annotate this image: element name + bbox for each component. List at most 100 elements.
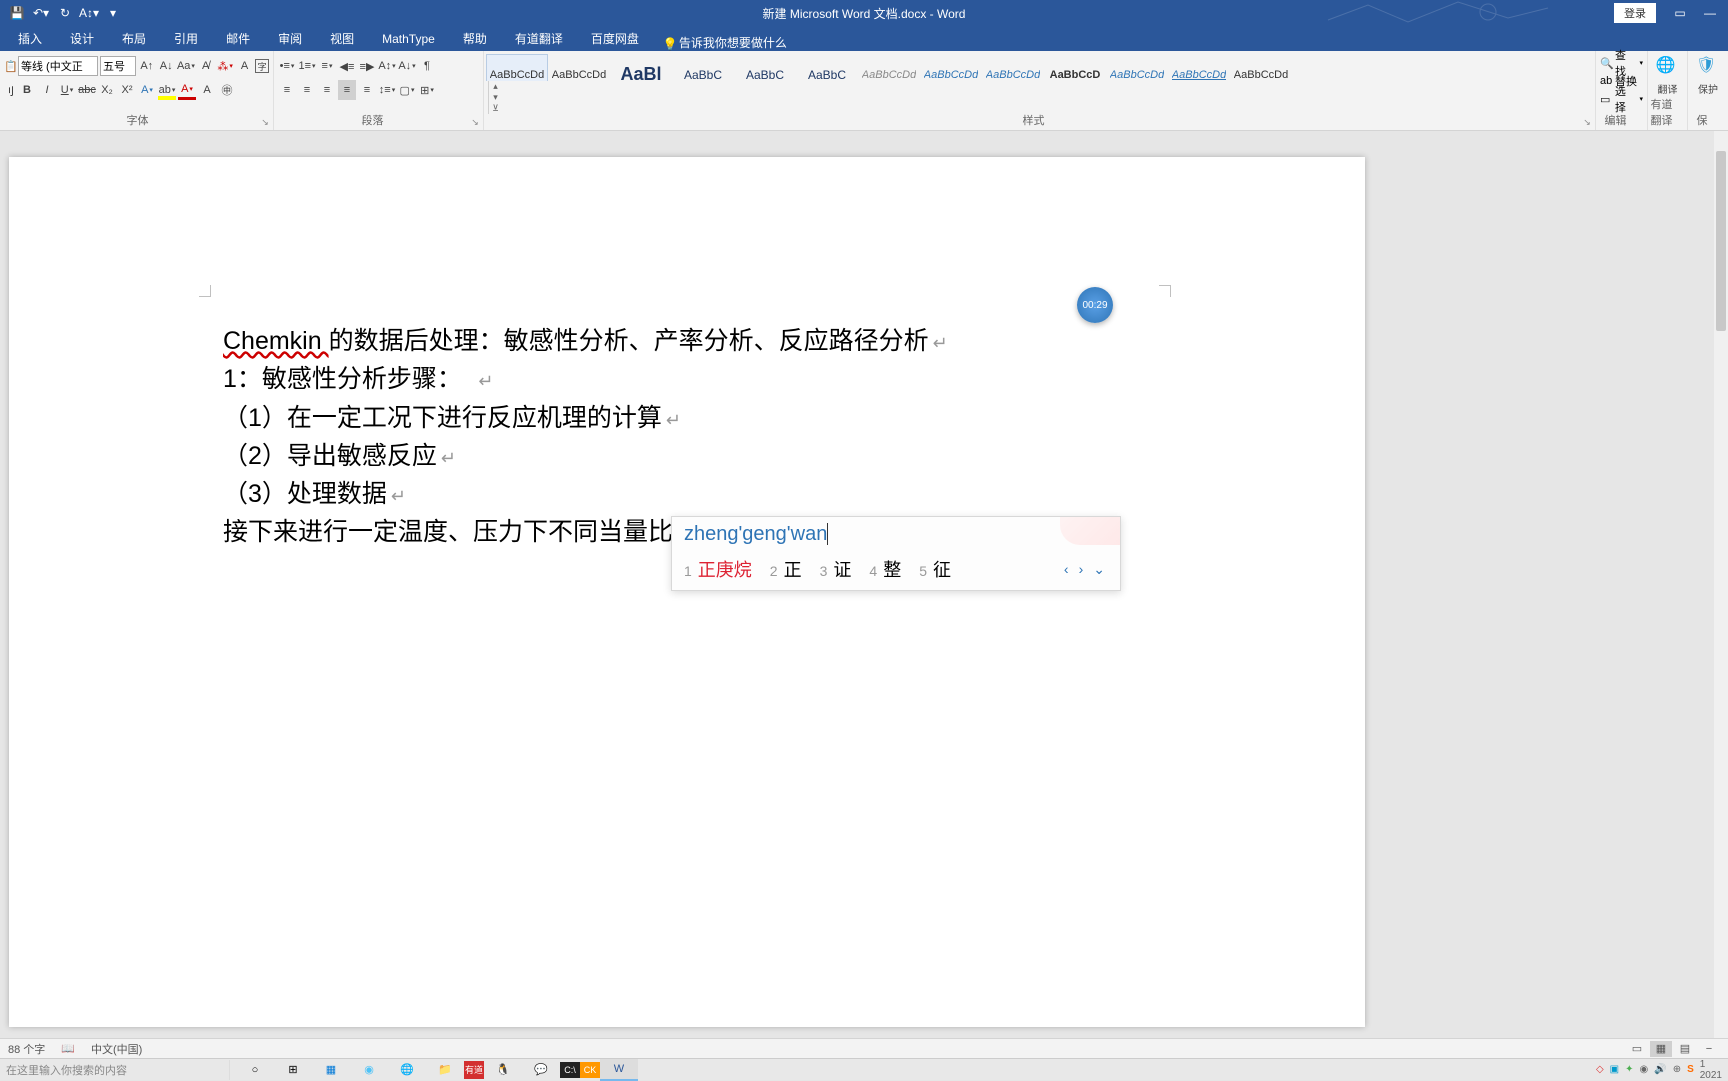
highlight-icon[interactable]: ab [158,80,176,100]
tab-help[interactable]: 帮助 [449,26,501,51]
style-item[interactable]: AaBbC标题 2 [672,54,734,81]
terminal-icon[interactable]: C:\ [560,1062,580,1078]
tray-icon[interactable]: ◉ [1640,1064,1649,1075]
minimize-icon[interactable]: — [1696,3,1724,23]
taskbar-search[interactable]: 在这里输入你搜索的内容 [0,1060,230,1080]
app-icon[interactable]: ▦ [312,1059,350,1081]
superscript-icon[interactable]: X² [118,80,136,100]
text-effects-icon[interactable]: A [138,80,156,100]
style-item[interactable]: AaBbCcDd明显强调 [982,54,1044,81]
word-count[interactable]: 88 个字 [8,1041,45,1057]
phonetic-icon[interactable]: ⁂ [216,56,233,76]
enclose-char-icon[interactable]: ㊥ [218,80,236,100]
increase-indent-icon[interactable]: ≡▶ [358,56,376,76]
strike-icon[interactable]: abc [78,80,96,100]
clock[interactable]: 12021 [1700,1059,1722,1081]
enclose-icon[interactable]: 字 [255,59,269,73]
tell-me-search[interactable]: 💡 告诉我你想要做什么 [663,34,787,51]
clear-format-icon[interactable]: A̸ [197,56,214,76]
spell-check-icon[interactable]: 📖 [61,1042,75,1055]
document-area[interactable]: 00:29 Chemkin 的数据后处理：敏感性分析、产率分析、反应路径分析↵ … [0,131,1728,1058]
borders-icon[interactable]: ⊞ [418,80,436,100]
show-marks-icon[interactable]: ¶ [418,56,436,76]
tray-icon[interactable]: ✦ [1625,1064,1633,1075]
increase-font-icon[interactable]: A↑ [138,56,155,76]
tab-insert[interactable]: 插入 [4,26,56,51]
justify-icon[interactable]: ≡ [338,80,356,100]
tab-references[interactable]: 引用 [160,26,212,51]
ribbon-display-icon[interactable]: ▭ [1666,3,1694,23]
timer-badge[interactable]: 00:29 [1077,287,1113,323]
scrollbar-thumb[interactable] [1716,151,1726,331]
shading-icon[interactable]: ▢ [398,80,416,100]
distribute-icon[interactable]: ≡ [358,80,376,100]
style-item[interactable]: AaBbCcDd↵ 正文 [486,54,548,81]
login-button[interactable]: 登录 [1614,3,1656,23]
numbering-icon[interactable]: 1≡ [298,56,316,76]
translate-button[interactable]: 🌐 翻译 [1656,55,1680,96]
tray-icon[interactable]: ▣ [1610,1064,1619,1075]
style-item[interactable]: AaBbCcD要点 [1044,54,1106,81]
edge-icon[interactable]: 🌐 [388,1059,426,1081]
style-item[interactable]: AaBbCcDd引用 [1106,54,1168,81]
ime-next-icon[interactable]: › [1076,561,1087,578]
app-icon[interactable]: 有道 [464,1061,484,1079]
task-view-icon[interactable]: ⊞ [274,1059,312,1081]
protect-button[interactable]: 🛡 保护 [1696,55,1720,96]
style-item[interactable]: AaBl标题 1 [610,54,672,81]
style-item[interactable]: AaBbCcDd不明显参考 [1230,54,1292,81]
tab-design[interactable]: 设计 [56,26,108,51]
word-icon[interactable]: W [600,1059,638,1081]
tab-mathtype[interactable]: MathType [368,26,449,51]
font-color-icon[interactable]: A [178,80,196,100]
bold-icon[interactable]: B [18,80,36,100]
app-icon[interactable]: ◉ [350,1059,388,1081]
qat-redo-icon[interactable]: ↻ [56,4,74,22]
tab-baidu[interactable]: 百度网盘 [577,26,653,51]
paragraph-dialog-launcher-icon[interactable]: ↘ [469,116,481,128]
align-center-icon[interactable]: ≡ [298,80,316,100]
styles-dialog-launcher-icon[interactable]: ↘ [1581,116,1593,128]
asian-layout-icon[interactable]: A↕ [378,56,396,76]
ime-candidate[interactable]: 5征 [919,556,951,582]
multilevel-icon[interactable]: ≡ [318,56,336,76]
change-case-icon[interactable]: Aa [177,56,195,76]
vertical-scrollbar[interactable] [1714,131,1728,1038]
align-left-icon[interactable]: ≡ [278,80,296,100]
tab-youdao[interactable]: 有道翻译 [501,26,577,51]
ime-expand-icon[interactable]: ⌄ [1090,561,1108,578]
style-item[interactable]: AaBbCcDd明显引用 [1168,54,1230,81]
ime-candidate[interactable]: 3证 [820,556,852,582]
zoom-out-icon[interactable]: − [1698,1041,1720,1057]
subscript-icon[interactable]: X₂ [98,80,116,100]
ime-prev-icon[interactable]: ‹ [1061,561,1072,578]
styles-scroll-down-icon[interactable]: ▾ [489,92,502,103]
qat-undo-icon[interactable]: ↶▾ [32,4,50,22]
font-dialog-launcher-icon[interactable]: ↘ [259,116,271,128]
print-layout-icon[interactable]: ▦ [1650,1041,1672,1057]
tray-icon[interactable]: ⊕ [1673,1064,1681,1075]
qat-touch-icon[interactable]: A↕▾ [80,4,98,22]
wechat-icon[interactable]: 💬 [522,1059,560,1081]
tab-mailings[interactable]: 邮件 [212,26,264,51]
font-name-input[interactable] [18,56,98,76]
cortana-icon[interactable]: ○ [236,1059,274,1081]
style-item[interactable]: AaBbCcDd不明显强调 [858,54,920,81]
qat-customize-icon[interactable]: ▾ [104,4,122,22]
styles-scroll-up-icon[interactable]: ▴ [489,81,502,92]
style-item[interactable]: AaBbCcDd强调 [920,54,982,81]
char-shading-icon[interactable]: A [198,80,216,100]
underline-icon[interactable]: U [58,80,76,100]
ime-candidate[interactable]: 1正庚烷 [684,556,752,582]
ime-tray-icon[interactable]: S [1687,1064,1694,1075]
ime-candidate[interactable]: 4整 [869,556,901,582]
font-size-input[interactable] [100,56,136,76]
tab-view[interactable]: 视图 [316,26,368,51]
align-right-icon[interactable]: ≡ [318,80,336,100]
web-layout-icon[interactable]: ▤ [1674,1041,1696,1057]
tab-layout[interactable]: 布局 [108,26,160,51]
read-mode-icon[interactable]: ▭ [1626,1041,1648,1057]
style-item[interactable]: AaBbC副标题 [796,54,858,81]
ime-candidate[interactable]: 2正 [770,556,802,582]
sort-icon[interactable]: A↓ [398,56,416,76]
